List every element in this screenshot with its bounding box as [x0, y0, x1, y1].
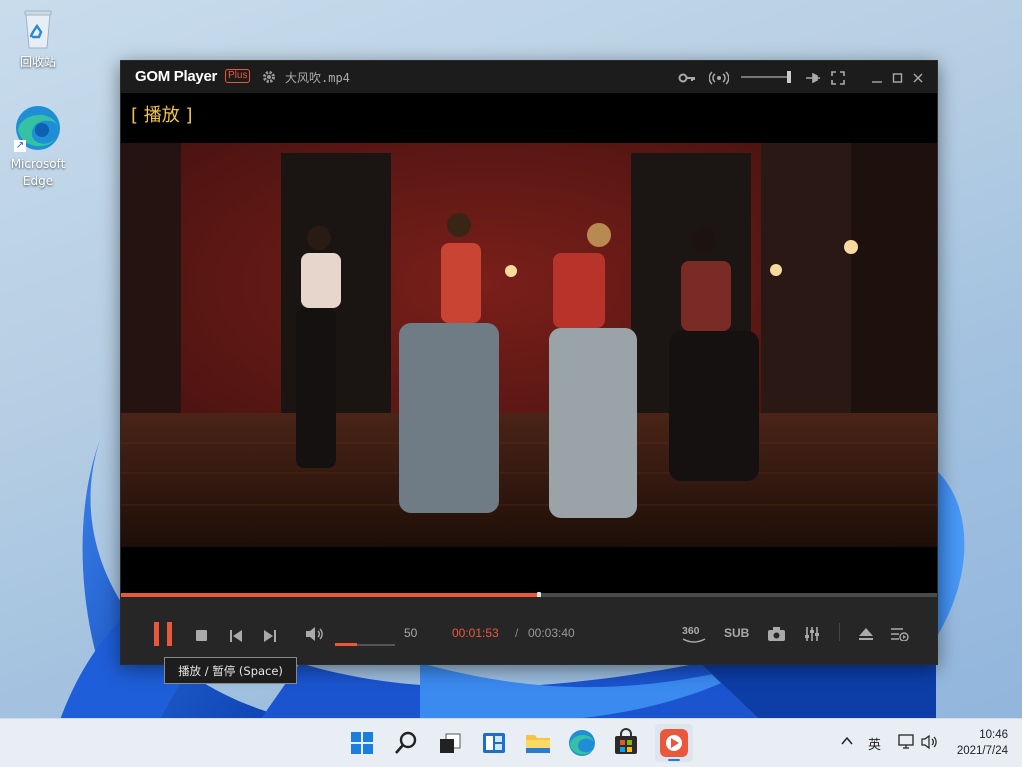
- separator: [839, 623, 840, 641]
- vr-360-label: 360: [682, 625, 700, 637]
- taskbar: 英 10:46 2021/7/24: [0, 718, 1022, 767]
- control-bar: 50 00:01:53 / 00:03:40 360 SUB: [121, 597, 937, 664]
- fullscreen-icon[interactable]: [831, 70, 845, 89]
- total-time: 00:03:40: [528, 626, 575, 640]
- desktop-icon-label: 回收站: [19, 55, 56, 69]
- recycle-bin-icon: [20, 8, 56, 50]
- opacity-slider[interactable]: [741, 69, 793, 88]
- broadcast-icon[interactable]: [708, 70, 730, 89]
- close-icon[interactable]: [912, 70, 924, 89]
- volume-value: 50: [404, 626, 418, 640]
- volume-icon[interactable]: [305, 626, 325, 645]
- camera-icon[interactable]: [768, 626, 785, 645]
- gom-player-logo: GOM Player: [135, 68, 218, 85]
- eject-icon[interactable]: [858, 626, 874, 645]
- task-view-icon[interactable]: [434, 727, 466, 759]
- widgets-icon[interactable]: [478, 727, 510, 759]
- volume-slider[interactable]: [335, 632, 397, 651]
- vr-360-button[interactable]: 360: [682, 619, 706, 644]
- gom-player-taskbar-icon[interactable]: [655, 724, 693, 762]
- maximize-icon[interactable]: [892, 70, 904, 89]
- file-explorer-icon[interactable]: [522, 727, 554, 759]
- clock[interactable]: 10:46 2021/7/24: [957, 727, 1008, 759]
- tooltip: 播放 / 暂停 (Space): [164, 657, 297, 684]
- network-icon[interactable]: [898, 734, 916, 754]
- file-name: 大风吹.mp4: [285, 71, 350, 85]
- show-hidden-icons[interactable]: [840, 734, 854, 752]
- osd-status-text: [ 播放 ]: [131, 105, 193, 126]
- search-icon[interactable]: [390, 727, 422, 759]
- speaker-icon[interactable]: [921, 734, 939, 754]
- player-titlebar[interactable]: GOM Player Plus 大风吹.mp4: [121, 61, 937, 93]
- playlist-icon[interactable]: [891, 626, 909, 645]
- video-frame: [121, 143, 937, 547]
- gom-player-window: GOM Player Plus 大风吹.mp4 [ 播放] 50 00:01:…: [120, 60, 938, 665]
- desktop-icon-label: Microsoft Edge: [10, 157, 66, 188]
- video-area[interactable]: [ 播放 ]: [121, 93, 937, 593]
- clock-time: 10:46: [979, 729, 1008, 741]
- desktop-icon-edge[interactable]: ↗ Microsoft Edge: [6, 104, 70, 190]
- subtitle-button[interactable]: SUB: [724, 626, 749, 640]
- gear-icon[interactable]: [262, 69, 276, 88]
- stop-button[interactable]: [196, 627, 208, 646]
- edge-taskbar-icon[interactable]: [566, 727, 598, 759]
- desktop-icon-recycle-bin[interactable]: 回收站: [6, 8, 70, 71]
- store-icon[interactable]: [610, 727, 642, 759]
- next-button[interactable]: [263, 627, 277, 646]
- clock-date: 2021/7/24: [956, 745, 1008, 757]
- edge-icon: ↗: [14, 104, 62, 152]
- pause-button[interactable]: [153, 621, 175, 651]
- plus-badge[interactable]: Plus: [225, 69, 251, 83]
- previous-button[interactable]: [229, 627, 243, 646]
- start-icon[interactable]: [346, 727, 378, 759]
- current-time: 00:01:53: [452, 626, 499, 640]
- pin-icon[interactable]: [805, 70, 821, 89]
- key-icon[interactable]: [678, 70, 696, 89]
- ime-indicator[interactable]: 英: [868, 734, 881, 753]
- minimize-icon[interactable]: [871, 70, 883, 89]
- equalizer-icon[interactable]: [804, 626, 820, 645]
- time-separator: /: [515, 626, 519, 640]
